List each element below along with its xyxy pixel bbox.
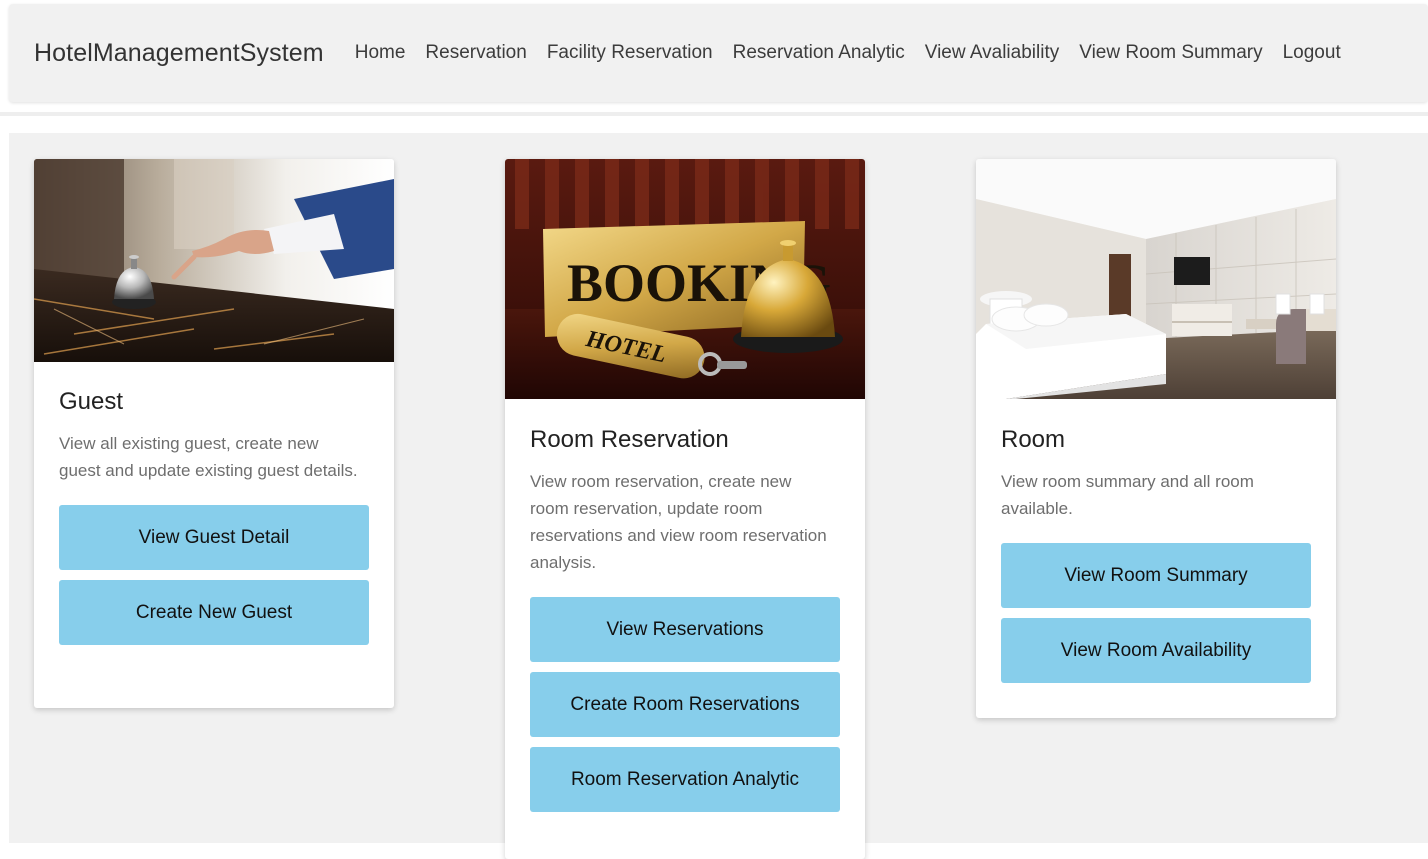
nav-links: Home Reservation Facility Reservation Re… bbox=[345, 42, 1351, 64]
reception-bell-photo bbox=[34, 159, 394, 362]
header-divider bbox=[0, 112, 1428, 116]
create-new-guest-button[interactable]: Create New Guest bbox=[59, 580, 369, 645]
view-reservations-button[interactable]: View Reservations bbox=[530, 597, 840, 662]
room-reservation-card-description: View room reservation, create new room r… bbox=[530, 472, 827, 572]
room-reservation-analytic-button[interactable]: Room Reservation Analytic bbox=[530, 747, 840, 812]
view-room-summary-button[interactable]: View Room Summary bbox=[1001, 543, 1311, 608]
top-navbar: HotelManagementSystem Home Reservation F… bbox=[9, 4, 1428, 102]
room-reservation-card: BOOKING HOTEL Room Reservation View room… bbox=[505, 159, 865, 859]
room-card-title: Room bbox=[1001, 426, 1066, 453]
nav-home[interactable]: Home bbox=[355, 42, 406, 64]
room-card: Room View room summary and all room avai… bbox=[976, 159, 1336, 718]
booking-sign-photo: BOOKING HOTEL bbox=[505, 159, 865, 399]
nav-logout[interactable]: Logout bbox=[1283, 42, 1341, 64]
brand-logo[interactable]: HotelManagementSystem bbox=[34, 39, 324, 68]
guest-card-image bbox=[34, 159, 394, 362]
nav-facility-reservation[interactable]: Facility Reservation bbox=[547, 42, 713, 64]
room-reservation-card-image: BOOKING HOTEL bbox=[505, 159, 865, 399]
room-card-image bbox=[976, 159, 1336, 399]
nav-reservation[interactable]: Reservation bbox=[425, 42, 526, 64]
view-room-availability-button[interactable]: View Room Availability bbox=[1001, 618, 1311, 683]
nav-view-room-summary[interactable]: View Room Summary bbox=[1079, 42, 1262, 64]
main-content: Guest View all existing guest, create ne… bbox=[9, 133, 1428, 859]
room-card-body: Room View room summary and all room avai… bbox=[976, 426, 1336, 683]
hotel-room-photo bbox=[976, 159, 1336, 399]
guest-card-body: Guest View all existing guest, create ne… bbox=[34, 388, 394, 645]
guest-card-description: View all existing guest, create new gues… bbox=[59, 434, 358, 480]
view-guest-detail-button[interactable]: View Guest Detail bbox=[59, 505, 369, 570]
create-room-reservations-button[interactable]: Create Room Reservations bbox=[530, 672, 840, 737]
nav-view-availability[interactable]: View Avaliability bbox=[925, 42, 1059, 64]
nav-reservation-analytic[interactable]: Reservation Analytic bbox=[733, 42, 905, 64]
room-card-description: View room summary and all room available… bbox=[1001, 472, 1254, 518]
room-reservation-card-body: Room Reservation View room reservation, … bbox=[505, 426, 865, 812]
guest-card: Guest View all existing guest, create ne… bbox=[34, 159, 394, 708]
room-reservation-card-title: Room Reservation bbox=[530, 426, 729, 453]
guest-card-title: Guest bbox=[59, 388, 124, 415]
